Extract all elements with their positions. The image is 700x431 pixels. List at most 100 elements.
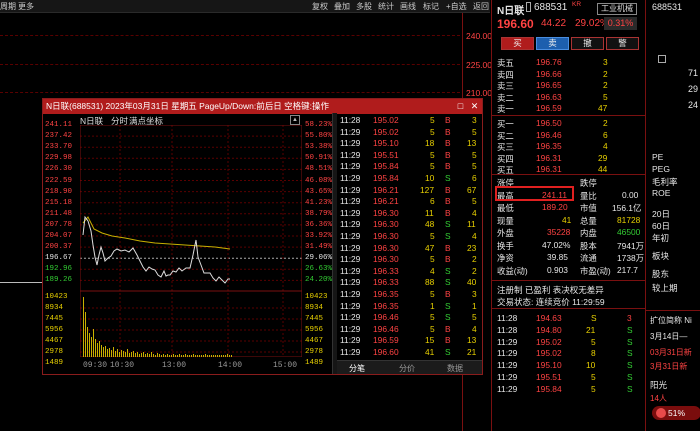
bid-price: 196.31 bbox=[536, 164, 562, 174]
buy-button[interactable]: 买 bbox=[501, 37, 534, 50]
news-item[interactable]: 扩位简称 Ni bbox=[650, 315, 692, 326]
sell-button[interactable]: 卖 bbox=[536, 37, 569, 50]
trade-side: S bbox=[627, 360, 633, 371]
notice-text: 注册制 已盈利 表决权无差异 bbox=[497, 285, 604, 295]
stat-value: 156.1亿 bbox=[612, 203, 642, 213]
tick-price: 196.59 bbox=[373, 335, 399, 346]
volume-bar bbox=[127, 349, 128, 357]
square-icon bbox=[658, 55, 666, 63]
volume-bar bbox=[191, 355, 192, 357]
tick-count: 13 bbox=[467, 335, 477, 346]
divider bbox=[492, 280, 646, 281]
stat-value: 47.02% bbox=[542, 239, 571, 250]
tick-volume: 47 bbox=[425, 242, 435, 253]
tick-price: 195.02 bbox=[373, 126, 399, 137]
trade-time: 11:28 bbox=[497, 313, 518, 323]
tick-count: 3 bbox=[472, 289, 477, 299]
tick-time: 11:29 bbox=[340, 231, 361, 241]
back-button[interactable]: 返回 bbox=[473, 1, 489, 12]
tick-count: 1 bbox=[472, 300, 477, 311]
price-axis-label: 237.42 bbox=[45, 132, 73, 141]
popup-title[interactable]: N日联(688531) 2023年03月31日 星期五 PageUp/Down:… bbox=[43, 99, 482, 114]
tick-direction: B bbox=[445, 323, 451, 334]
tick-volume: 5 bbox=[430, 126, 435, 137]
price-axis-label: 192.96 bbox=[45, 265, 73, 274]
tick-direction: S bbox=[445, 265, 451, 276]
tab-data[interactable]: 数据 bbox=[447, 363, 463, 374]
tick-price: 196.35 bbox=[373, 300, 399, 311]
tick-price: 196.30 bbox=[373, 254, 399, 265]
stat-value: 189.20 bbox=[542, 202, 568, 212]
ask-volume: 47 bbox=[598, 103, 608, 113]
close-icon[interactable]: ✕ bbox=[467, 99, 482, 114]
period-button[interactable]: 周期 bbox=[0, 1, 16, 12]
tick-row: 11:29 196.30 5 B 2 bbox=[337, 254, 485, 265]
divider bbox=[492, 115, 646, 116]
news-item[interactable]: 3月31日新 bbox=[650, 361, 687, 372]
draw-line-button[interactable]: 画线 bbox=[400, 1, 416, 12]
tick-count: 6 bbox=[472, 173, 477, 183]
tick-time: 11:29 bbox=[340, 138, 361, 149]
tick-volume: 10 bbox=[425, 173, 435, 183]
trade-volume: 5 bbox=[591, 336, 596, 347]
info-icon[interactable] bbox=[526, 2, 531, 12]
alert-button[interactable]: 警 bbox=[606, 37, 639, 50]
ratio-badge: 0.31% bbox=[604, 17, 637, 30]
price-axis-label: 189.26 bbox=[45, 276, 73, 285]
volume-axis-label: 4467 bbox=[45, 337, 64, 345]
collapse-icon[interactable]: ▲ bbox=[290, 115, 300, 125]
ask-price: 196.63 bbox=[536, 91, 562, 102]
highlight-box bbox=[495, 186, 574, 201]
more-button[interactable]: 更多 bbox=[18, 1, 34, 12]
volume-bar bbox=[113, 347, 114, 357]
multi-stock-button[interactable]: 多股 bbox=[356, 1, 372, 12]
chart-toolbar: 周期 更多 复权 叠加 多股 统计 画线 标记 +自选 返回 bbox=[0, 0, 490, 13]
bid-level-label: 买三 bbox=[497, 142, 514, 152]
volume-bar bbox=[89, 333, 90, 357]
far-count: 14人 bbox=[650, 394, 667, 403]
add-watchlist-button[interactable]: +自选 bbox=[446, 1, 467, 12]
tick-row: 11:29 195.10 18 B 13 bbox=[337, 138, 485, 149]
tick-count: 21 bbox=[467, 347, 477, 357]
volume-axis-label: 7445 bbox=[305, 315, 324, 323]
tab-by-price[interactable]: 分价 bbox=[399, 363, 415, 374]
tick-row: 11:29 196.60 41 S 21 bbox=[337, 347, 485, 358]
tick-time: 11:29 bbox=[340, 173, 361, 183]
tab-ticks[interactable]: 分笔 bbox=[349, 363, 365, 374]
volume-axis-label: 1489 bbox=[45, 359, 64, 367]
trade-time: 11:29 bbox=[497, 348, 518, 359]
sector-tag[interactable]: 工业机械 bbox=[597, 3, 637, 15]
overlay-button[interactable]: 叠加 bbox=[334, 1, 350, 12]
tick-scrollbar[interactable] bbox=[332, 113, 337, 374]
statistics-button[interactable]: 统计 bbox=[378, 1, 394, 12]
volume-axis-label: 5956 bbox=[305, 326, 324, 334]
tick-volume: 15 bbox=[425, 335, 435, 346]
tick-direction: B bbox=[445, 115, 451, 125]
trade-side: S bbox=[627, 348, 633, 359]
restore-icon[interactable]: □ bbox=[453, 99, 468, 114]
price-axis-label: 207.78 bbox=[45, 220, 73, 229]
intraday-chart bbox=[80, 125, 302, 357]
tick-volume: 41 bbox=[425, 347, 435, 357]
volume-bar bbox=[195, 355, 196, 357]
ask-price: 196.66 bbox=[536, 68, 562, 79]
roe-label: ROE bbox=[652, 188, 671, 198]
trade-time: 11:28 bbox=[497, 324, 518, 335]
mark-button[interactable]: 标记 bbox=[423, 1, 439, 12]
volume-axis-label: 10423 bbox=[305, 293, 328, 301]
volume-bar bbox=[139, 354, 140, 357]
price-change: 44.22 bbox=[541, 18, 567, 29]
tick-time: 11:29 bbox=[340, 265, 361, 276]
news-item[interactable]: 03月31日新 bbox=[650, 347, 692, 358]
cancel-order-button[interactable]: 撤 bbox=[571, 37, 604, 50]
volume-bar bbox=[207, 355, 208, 357]
ask-volume: 2 bbox=[603, 68, 608, 79]
volume-bar bbox=[159, 354, 160, 357]
tick-row: 11:29 195.51 5 B 5 bbox=[337, 150, 485, 161]
bid-volume: 4 bbox=[603, 141, 608, 151]
tick-volume: 5 bbox=[430, 254, 435, 265]
restore-right-button[interactable]: 复权 bbox=[312, 1, 328, 12]
tick-direction: B bbox=[445, 126, 451, 137]
volume-bar bbox=[153, 354, 154, 357]
news-item[interactable]: 3月14日— bbox=[650, 331, 687, 342]
